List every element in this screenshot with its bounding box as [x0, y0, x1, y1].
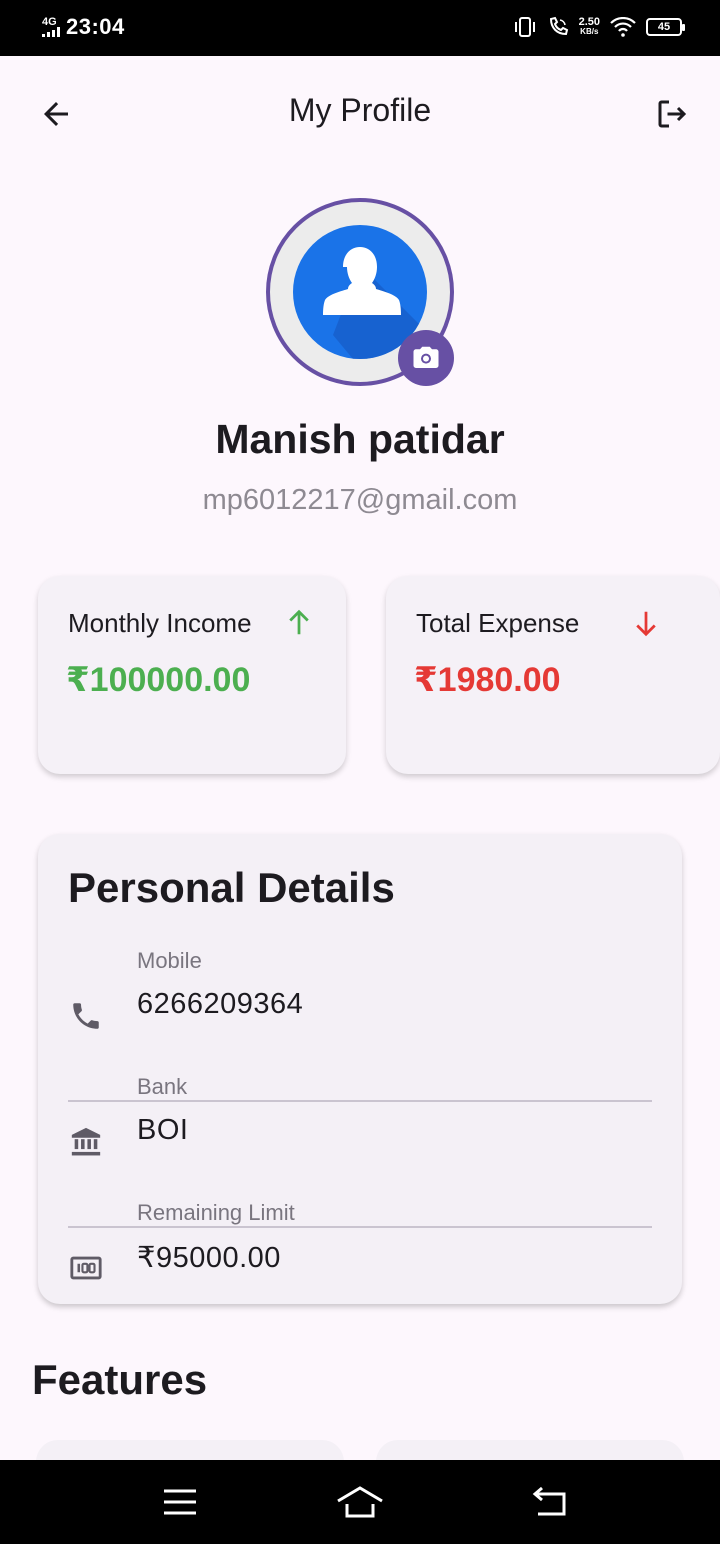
battery-level: 45 [657, 21, 671, 33]
total-expense-card[interactable]: Total Expense ₹1980.00 [386, 576, 720, 774]
detail-row-mobile[interactable]: Mobile 6266209364 [68, 938, 652, 1064]
vibrate-icon [514, 17, 535, 37]
remaining-limit-label: Remaining Limit [137, 1200, 295, 1225]
expense-value: ₹1980.00 [414, 661, 561, 699]
personal-details-title: Personal Details [68, 864, 395, 911]
home-icon [337, 1486, 383, 1518]
speed-unit: KB/s [580, 27, 599, 36]
back-nav-icon [532, 1486, 566, 1516]
network-indicator: 4G [42, 17, 60, 37]
profile-screen: My Profile Manish patidar mp6012217@gmai… [0, 56, 720, 1460]
change-photo-button[interactable] [398, 330, 454, 386]
arrow-up-icon [289, 609, 309, 635]
page-title: My Profile [288, 92, 432, 128]
back-nav-button[interactable] [526, 1480, 574, 1524]
logout-icon [658, 100, 687, 128]
feature-card[interactable] [376, 1440, 684, 1460]
app-bar: My Profile [0, 56, 720, 168]
wifi-icon [610, 17, 636, 37]
system-navigation-bar [0, 1460, 720, 1544]
detail-row-bank[interactable]: Bank BOI [68, 1064, 652, 1190]
bank-label: Bank [137, 1074, 188, 1099]
network-speed: 2.50 KB/s [579, 17, 600, 37]
signal-icon [42, 27, 60, 37]
bank-value: BOI [137, 1114, 189, 1146]
income-value: ₹100000.00 [66, 661, 251, 699]
detail-row-remaining-limit[interactable]: Remaining Limit ₹95000.00 [68, 1190, 652, 1316]
expense-label: Total Expense [416, 608, 580, 638]
income-label: Monthly Income [68, 608, 252, 638]
personal-details-card: Personal Details Mobile 6266209364 Bank … [38, 834, 682, 1304]
battery-icon: 45 [646, 18, 685, 36]
phone-icon [68, 998, 104, 1034]
menu-button[interactable] [156, 1480, 204, 1524]
status-bar: 4G 23:04 2.50 KB/s 45 [0, 0, 720, 56]
money-icon [68, 1250, 104, 1286]
user-email: mp6012217@gmail.com [202, 484, 518, 516]
arrow-down-icon [636, 611, 656, 637]
features-title: Features [32, 1356, 208, 1403]
avatar[interactable] [266, 198, 454, 386]
user-name: Manish patidar [215, 416, 505, 462]
wifi-calling-icon [549, 16, 568, 36]
status-right: 2.50 KB/s 45 [513, 16, 685, 38]
bank-icon [68, 1124, 104, 1160]
mobile-label: Mobile [137, 948, 202, 973]
menu-icon [164, 1489, 196, 1515]
camera-icon [413, 346, 439, 368]
logout-button[interactable] [648, 90, 696, 138]
monthly-income-card[interactable]: Monthly Income ₹100000.00 [38, 576, 346, 774]
feature-card[interactable] [36, 1440, 344, 1460]
home-button[interactable] [336, 1480, 384, 1524]
network-type: 4G [42, 16, 57, 28]
remaining-limit-value: ₹95000.00 [137, 1242, 281, 1274]
mobile-value: 6266209364 [137, 988, 304, 1020]
status-left: 4G 23:04 [42, 14, 125, 40]
status-time: 23:04 [66, 14, 125, 39]
